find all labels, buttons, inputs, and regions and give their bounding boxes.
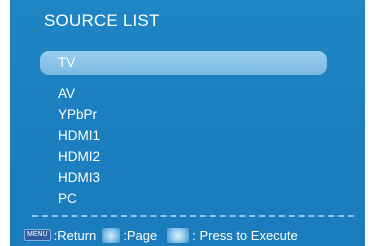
footer-hints: MENU :Return :Page : Press to Execute bbox=[24, 227, 298, 243]
menu-title: SOURCE LIST bbox=[44, 11, 160, 30]
page-hint: :Page bbox=[123, 227, 158, 243]
source-item-tv[interactable]: TV bbox=[40, 51, 327, 75]
source-item-hdmi2[interactable]: HDMI2 bbox=[40, 146, 327, 167]
source-item-hdmi3[interactable]: HDMI3 bbox=[40, 167, 327, 188]
footer-divider bbox=[32, 215, 354, 217]
source-item-av[interactable]: AV bbox=[40, 83, 327, 104]
return-hint: :Return bbox=[53, 227, 97, 243]
execute-hint: : Press to Execute bbox=[192, 227, 298, 243]
ok-button-icon bbox=[167, 227, 190, 243]
source-list-osd: SOURCE LIST TV AV YPbPr HDMI1 HDMI2 HDMI… bbox=[10, 0, 365, 246]
source-item-hdmi1[interactable]: HDMI1 bbox=[40, 125, 327, 146]
source-item-pc[interactable]: PC bbox=[40, 188, 327, 209]
up-down-arrows-icon bbox=[102, 227, 121, 243]
menu-key-icon: MENU bbox=[24, 229, 51, 241]
source-item-ypbpr[interactable]: YPbPr bbox=[40, 104, 327, 125]
source-list: TV AV YPbPr HDMI1 HDMI2 HDMI3 PC bbox=[40, 51, 327, 209]
